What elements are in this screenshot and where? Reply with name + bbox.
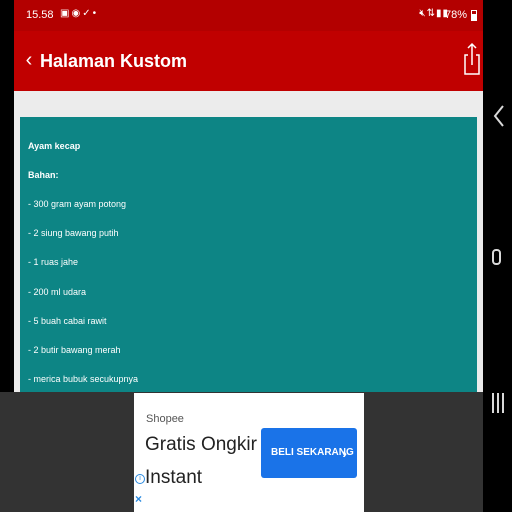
battery-percent: 78% (444, 9, 467, 21)
ingredient-item: - 200 ml udara (28, 287, 87, 297)
ingredient-item: - 1 ruas jahe (28, 257, 79, 267)
check-icon: ✓ (82, 8, 93, 19)
close-icon[interactable]: × (135, 492, 142, 506)
ad-brand: Shopee (146, 413, 184, 425)
image-icon: ▣ (60, 8, 72, 19)
battery-icon (471, 10, 477, 21)
status-bar: 15.58 ▣◉✓• 🔇︎⇅▮▮ 78% (14, 0, 483, 31)
ingredient-item: - 300 gram ayam potong (28, 199, 127, 209)
nav-home-icon[interactable] (492, 249, 501, 265)
ingredient-item: - 2 butir bawang merah (28, 345, 121, 355)
system-nav-bar (483, 0, 512, 512)
ingredients-heading: Bahan: (28, 170, 59, 180)
ingredient-item: - 2 siung bawang putih (28, 228, 119, 238)
ingredient-item: - merica bubuk secukupnya (28, 374, 139, 384)
info-icon[interactable]: i (135, 474, 145, 484)
share-button[interactable] (463, 41, 481, 77)
mute-icon: 🔇︎ (419, 8, 427, 19)
ad-headline: Gratis Ongkir (145, 434, 257, 455)
ad-banner[interactable]: Shopee Gratis Ongkir Instant BELI SEKARA… (134, 393, 364, 512)
back-button[interactable]: ‹ (18, 49, 40, 73)
nav-recents-icon[interactable] (491, 393, 505, 413)
app-bar: ‹ Halaman Kustom (14, 31, 483, 91)
recipe-card: Ayam kecap Bahan: - 300 gram ayam potong… (20, 117, 477, 417)
status-notification-icons: ▣◉✓• (60, 8, 98, 19)
page-title: Halaman Kustom (40, 51, 188, 71)
nav-back-icon[interactable] (492, 104, 506, 128)
ad-subheadline: Instant (145, 467, 203, 488)
chevron-left-icon: ‹ (25, 49, 33, 71)
chevron-right-icon: › (342, 445, 347, 461)
lte-icon: ⇅ (426, 8, 436, 19)
ingredient-item: - 5 buah cabai rawit (28, 316, 107, 326)
shield-icon: ◉ (71, 8, 83, 19)
share-icon (464, 42, 480, 75)
recipe-title: Ayam kecap (28, 141, 81, 151)
dot-icon: • (92, 8, 99, 19)
status-time: 15.58 (26, 9, 54, 21)
ad-cta-button[interactable]: BELI SEKARANG › (261, 428, 357, 478)
